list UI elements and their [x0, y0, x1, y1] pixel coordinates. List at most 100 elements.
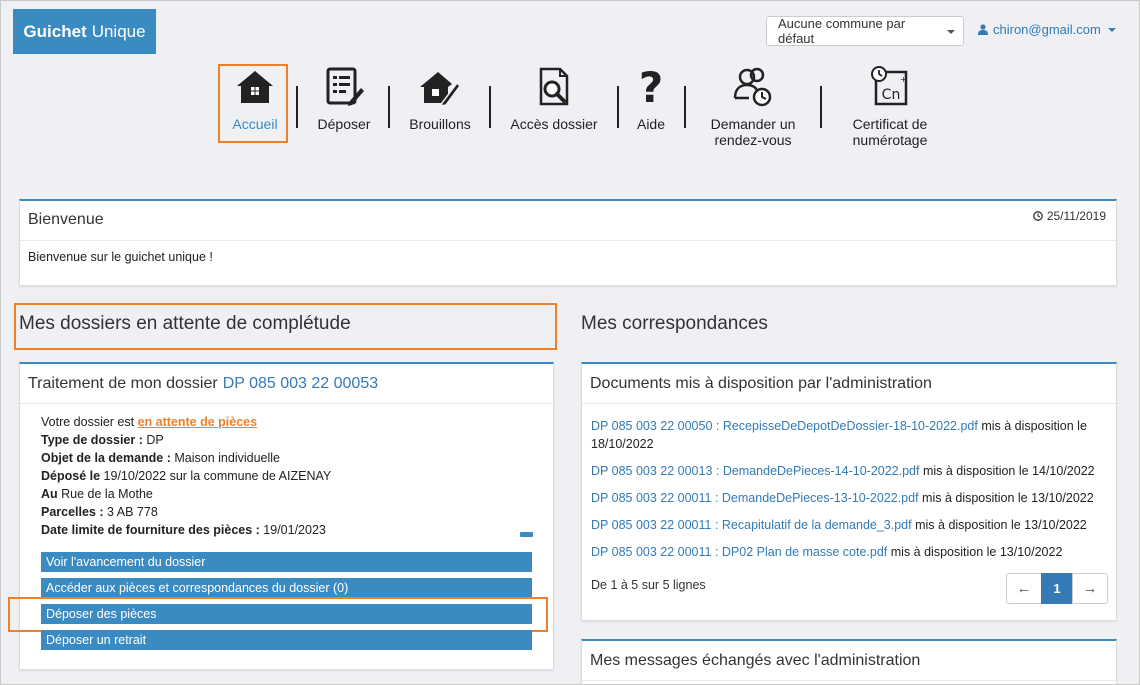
document-suffix: mis à disposition le 14/10/2022 — [922, 464, 1095, 478]
commune-select[interactable]: Aucune commune par défaut — [766, 16, 964, 46]
welcome-date: 25/11/2019 — [1032, 209, 1106, 223]
brand-rest: Unique — [91, 21, 146, 41]
user-menu[interactable]: chiron@gmail.com — [978, 22, 1116, 37]
documents-title: Documents mis à disposition par l'admini… — [590, 374, 932, 392]
nav-cert-line1: Certificat de — [852, 116, 928, 132]
document-link[interactable]: DP 085 003 22 00011 : DP02 Plan de masse… — [591, 545, 887, 559]
nav-rdv-line2: rendez-vous — [714, 132, 792, 148]
document-row: DP 085 003 22 00011 : DemandeDePieces-13… — [591, 489, 1106, 507]
highlight-deposer-pieces — [8, 597, 548, 632]
brand-logo[interactable]: Guichet Unique — [13, 9, 156, 54]
messages-title: Mes messages échangés avec l'administrat… — [590, 651, 921, 669]
nav-brouillons[interactable]: Brouillons — [404, 66, 476, 132]
brand-bold: Guichet — [23, 21, 87, 41]
dossier-details: Votre dossier est en attente de pièces T… — [41, 413, 331, 539]
correspondances-section-title: Mes correspondances — [581, 313, 768, 334]
type-value: DP — [146, 433, 164, 447]
nav-aide-label: Aide — [636, 116, 666, 132]
welcome-panel: Bienvenue 25/11/2019 Bienvenue sur le gu… — [19, 199, 1117, 286]
caret-down-icon — [1107, 27, 1116, 32]
documents-list: DP 085 003 22 00050 : RecepisseDeDepotDe… — [591, 417, 1106, 570]
pagination-next-button[interactable]: → — [1072, 573, 1108, 604]
clock-icon — [1032, 211, 1043, 221]
cert-icon-text: Cn — [882, 87, 901, 103]
dossier-panel-header: Traitement de mon dossier DP 085 003 22 … — [20, 364, 553, 404]
nav-certificat[interactable]: + Cn Certificat de numérotage — [844, 66, 936, 148]
au-label: Au — [41, 487, 58, 501]
svg-text:?: ? — [639, 66, 663, 108]
pagination-page-1[interactable]: 1 — [1041, 573, 1073, 604]
date-limite-label: Date limite de fourniture des pièces : — [41, 523, 260, 537]
dossier-number-link[interactable]: DP 085 003 22 00053 — [223, 375, 378, 393]
highlight-accueil — [218, 64, 288, 143]
nav-separator — [296, 86, 298, 128]
parcelles-value: 3 AB 778 — [107, 505, 158, 519]
home-edit-icon — [420, 72, 461, 107]
document-link[interactable]: DP 085 003 22 00050 : RecepisseDeDepotDe… — [591, 419, 978, 433]
nav-rendez-vous[interactable]: Demander un rendez-vous — [703, 66, 803, 148]
user-email: chiron@gmail.com — [993, 22, 1101, 37]
document-row: DP 085 003 22 00013 : DemandeDePieces-14… — [591, 462, 1106, 480]
certificate-clock-icon: + Cn — [871, 66, 908, 106]
date-limite-line: Date limite de fourniture des pièces : 1… — [41, 521, 331, 539]
pagination: ← 1 → — [1006, 573, 1108, 604]
depose-label: Déposé le — [41, 469, 101, 483]
nav-cert-line2: numérotage — [852, 132, 928, 148]
nav-rdv-line1: Demander un — [710, 116, 796, 132]
nav-separator — [684, 86, 686, 128]
document-link[interactable]: DP 085 003 22 00011 : DemandeDePieces-13… — [591, 491, 919, 505]
nav-acces-dossier-label: Accès dossier — [510, 116, 598, 132]
nav-brouillons-label: Brouillons — [409, 116, 471, 132]
depose-value: 19/10/2022 sur la commune de AIZENAY — [103, 469, 332, 483]
document-suffix: mis à disposition le 13/10/2022 — [922, 491, 1094, 505]
nav-acces-dossier[interactable]: Accès dossier — [506, 66, 602, 132]
form-edit-icon — [326, 67, 364, 106]
commune-select-value: Aucune commune par défaut — [778, 16, 906, 46]
status-prefix: Votre dossier est — [41, 415, 135, 429]
svg-text:+: + — [900, 75, 907, 84]
parcelles-label: Parcelles : — [41, 505, 104, 519]
chevron-down-icon — [947, 30, 955, 34]
welcome-message: Bienvenue sur le guichet unique ! — [28, 250, 213, 264]
file-search-icon — [539, 67, 569, 106]
pagination-prev-button[interactable]: ← — [1006, 573, 1042, 604]
voir-avancement-button[interactable]: Voir l'avancement du dossier — [41, 552, 532, 572]
welcome-date-text: 25/11/2019 — [1046, 209, 1106, 223]
au-value: Rue de la Mothe — [61, 487, 153, 501]
objet-label: Objet de la demande : — [41, 451, 171, 465]
acceder-pieces-button[interactable]: Accéder aux pièces et correspondances du… — [41, 578, 532, 598]
nav-separator — [388, 86, 390, 128]
au-line: Au Rue de la Mothe — [41, 485, 331, 503]
nav-aide[interactable]: ? Aide — [634, 66, 668, 132]
status-link[interactable]: en attente de pièces — [138, 415, 258, 429]
pagination-count: De 1 à 5 sur 5 lignes — [591, 578, 706, 592]
question-icon: ? — [639, 66, 663, 108]
date-limite-value: 19/01/2023 — [263, 523, 326, 537]
users-clock-icon — [733, 67, 772, 107]
user-icon — [978, 24, 988, 35]
documents-panel-header: Documents mis à disposition par l'admini… — [582, 364, 1116, 404]
messages-panel-header: Mes messages échangés avec l'administrat… — [582, 641, 1116, 681]
welcome-title: Bienvenue — [28, 211, 104, 228]
document-link[interactable]: DP 085 003 22 00013 : DemandeDePieces-14… — [591, 464, 919, 478]
highlight-pending-title — [14, 303, 557, 350]
objet-line: Objet de la demande : Maison individuell… — [41, 449, 331, 467]
document-row: DP 085 003 22 00011 : DP02 Plan de masse… — [591, 543, 1106, 561]
nav-separator — [820, 86, 822, 128]
document-link[interactable]: DP 085 003 22 00011 : Recapitulatif de l… — [591, 518, 912, 532]
collapse-toggle-button[interactable] — [520, 532, 533, 537]
objet-value: Maison individuelle — [174, 451, 280, 465]
document-row: DP 085 003 22 00011 : Recapitulatif de l… — [591, 516, 1106, 534]
type-label: Type de dossier : — [41, 433, 143, 447]
nav-separator — [489, 86, 491, 128]
type-line: Type de dossier : DP — [41, 431, 331, 449]
document-suffix: mis à disposition le 13/10/2022 — [915, 518, 1087, 532]
welcome-header: Bienvenue 25/11/2019 — [20, 201, 1116, 241]
document-row: DP 085 003 22 00050 : RecepisseDeDepotDe… — [591, 417, 1106, 453]
depose-line: Déposé le 19/10/2022 sur la commune de A… — [41, 467, 331, 485]
nav-deposer[interactable]: Déposer — [313, 66, 375, 132]
deposer-retrait-button[interactable]: Déposer un retrait — [41, 630, 532, 650]
dossier-panel-title: Traitement de mon dossier — [28, 374, 218, 392]
messages-panel: Mes messages échangés avec l'administrat… — [581, 639, 1117, 685]
nav-separator — [617, 86, 619, 128]
